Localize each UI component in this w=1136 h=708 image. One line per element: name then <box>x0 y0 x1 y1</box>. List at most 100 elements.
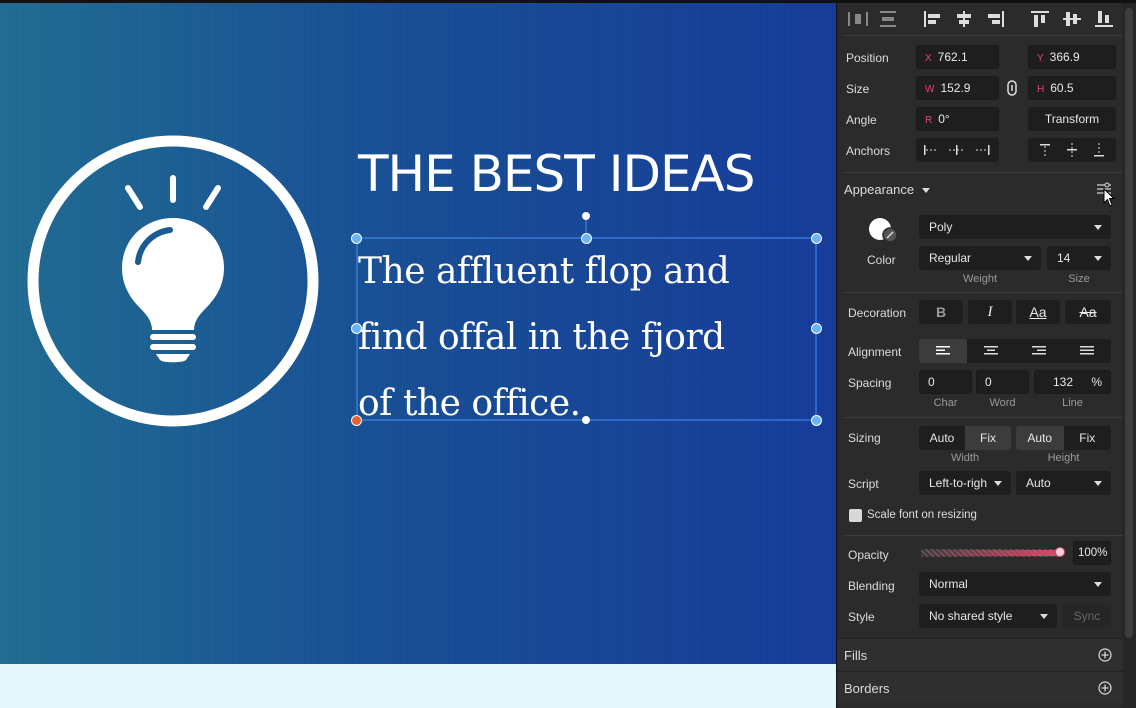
resize-handle-top-right[interactable] <box>811 233 822 244</box>
spacing-label: Spacing <box>848 376 892 390</box>
text-case-button[interactable]: Aa <box>1016 300 1060 324</box>
resize-handle-top-left[interactable] <box>351 233 362 244</box>
position-x-field[interactable]: X 762.1 <box>916 45 999 69</box>
fills-section-header[interactable]: Fills <box>837 638 1123 670</box>
script-mode-dropdown[interactable]: Auto <box>1016 471 1111 495</box>
weight-sublabel: Weight <box>962 273 998 285</box>
borders-section-header[interactable]: Borders <box>837 671 1123 703</box>
resize-handle-bottom-left[interactable] <box>351 415 362 426</box>
size-width-field[interactable]: W 152.9 <box>916 76 999 100</box>
chevron-down-icon <box>922 188 931 194</box>
line-spacing-unit: % <box>1091 375 1102 389</box>
appearance-header[interactable]: Appearance <box>844 182 931 197</box>
align-top-icon[interactable] <box>1027 8 1053 30</box>
size-height-field[interactable]: H 60.5 <box>1028 76 1116 100</box>
h-prefix: H <box>1037 84 1045 95</box>
angle-field[interactable]: R 0° <box>916 107 999 131</box>
body-line: The affluent flop and <box>358 251 730 292</box>
align-center-horizontal-icon[interactable] <box>951 8 977 30</box>
resize-handle-left[interactable] <box>351 323 362 334</box>
scale-font-checkbox[interactable] <box>849 509 862 522</box>
font-size-dropdown[interactable]: 14 <box>1047 246 1111 270</box>
transform-button[interactable]: Transform <box>1028 107 1116 131</box>
align-middle-vertical-icon[interactable] <box>1059 8 1085 30</box>
resize-handle-right[interactable] <box>811 323 822 334</box>
rotate-handle[interactable] <box>582 212 590 220</box>
anchor-top-icon[interactable] <box>1034 140 1056 160</box>
distribute-vertical-icon[interactable] <box>875 8 901 30</box>
height-sizing-segment: Auto Fix <box>1016 426 1111 450</box>
angle-label: Angle <box>846 113 877 127</box>
alignment-label: Alignment <box>848 345 902 359</box>
align-text-left-icon <box>936 346 950 355</box>
align-bottom-icon[interactable] <box>1091 8 1117 30</box>
inspector-panel: Position X 762.1 Y 366.9 Size W 152.9 H 60.5… <box>836 0 1136 708</box>
anchor-center-horizontal-icon[interactable] <box>946 140 968 160</box>
italic-button[interactable]: I <box>968 300 1012 324</box>
height-sublabel: Height <box>1047 452 1080 464</box>
word-sublabel: Word <box>989 397 1016 409</box>
char-sublabel: Char <box>933 397 958 409</box>
add-fill-icon[interactable] <box>1098 648 1112 662</box>
height-auto-button[interactable]: Auto <box>1016 426 1064 450</box>
text-align-right-button[interactable] <box>1015 339 1063 363</box>
anchor-bottom-icon[interactable] <box>1088 140 1110 160</box>
body-line: of the office. <box>358 383 581 424</box>
width-auto-button[interactable]: Auto <box>919 426 965 450</box>
blending-dropdown[interactable]: Normal <box>919 572 1111 596</box>
slide-title[interactable]: THE BEST IDEAS <box>358 145 755 203</box>
font-family-dropdown[interactable]: Poly <box>919 215 1111 239</box>
distribute-horizontal-icon[interactable] <box>845 8 871 30</box>
line-spacing-field[interactable]: 132% <box>1034 370 1111 394</box>
blending-label: Blending <box>848 579 895 593</box>
color-picker-icon[interactable] <box>865 214 901 246</box>
opacity-slider-thumb[interactable] <box>1055 547 1065 557</box>
r-prefix: R <box>925 115 933 126</box>
r-value: 0° <box>938 112 950 126</box>
size-label: Size <box>846 82 870 96</box>
resize-handle-bottom[interactable] <box>582 416 590 424</box>
sync-button[interactable]: Sync <box>1063 604 1111 628</box>
font-weight-value: Regular <box>929 251 972 265</box>
anchor-middle-vertical-icon[interactable] <box>1061 140 1083 160</box>
text-align-justify-button[interactable] <box>1063 339 1111 363</box>
shared-style-dropdown[interactable]: No shared style <box>919 604 1057 628</box>
opacity-slider[interactable] <box>921 547 1065 557</box>
resize-handle-top[interactable] <box>581 233 592 244</box>
add-border-icon[interactable] <box>1098 681 1112 695</box>
panel-scrollbar[interactable] <box>1122 0 1136 708</box>
style-label: Style <box>848 610 875 624</box>
char-spacing-field[interactable]: 0 <box>919 370 972 394</box>
script-direction-dropdown[interactable]: Left-to-righ <box>919 471 1011 495</box>
x-value: 762.1 <box>937 50 968 64</box>
scale-font-label: Scale font on resizing <box>867 509 977 521</box>
anchor-left-icon[interactable] <box>920 140 942 160</box>
width-sublabel: Width <box>950 452 980 464</box>
anchor-right-icon[interactable] <box>972 140 994 160</box>
lock-aspect-icon[interactable] <box>1005 79 1019 97</box>
selected-text-layer[interactable]: The affluent flop and find offal in the … <box>358 239 768 437</box>
anchors-label: Anchors <box>846 144 891 158</box>
w-value: 152.9 <box>940 81 971 95</box>
word-spacing-field[interactable]: 0 <box>976 370 1029 394</box>
align-left-icon[interactable] <box>919 8 945 30</box>
height-fix-button[interactable]: Fix <box>1063 426 1111 450</box>
canvas-area[interactable]: THE BEST IDEAS The affluent flop and fin… <box>0 0 836 708</box>
resize-handle-bottom-right[interactable] <box>811 415 822 426</box>
x-prefix: X <box>925 53 932 64</box>
position-y-field[interactable]: Y 366.9 <box>1028 45 1116 69</box>
opacity-field[interactable]: 100% <box>1073 541 1111 565</box>
strikethrough-button[interactable]: Aa <box>1065 300 1111 324</box>
text-align-left-button[interactable] <box>919 339 967 363</box>
lightbulb-icon[interactable] <box>20 128 326 434</box>
align-right-icon[interactable] <box>983 8 1009 30</box>
line-spacing-value: 132 <box>1053 375 1074 389</box>
font-weight-dropdown[interactable]: Regular <box>919 246 1041 270</box>
w-prefix: W <box>925 84 935 95</box>
bold-button[interactable]: B <box>919 300 963 324</box>
font-size-value: 14 <box>1057 251 1071 265</box>
anchors-vertical-group <box>1028 138 1116 162</box>
width-fix-button[interactable]: Fix <box>965 426 1011 450</box>
artboard[interactable]: THE BEST IDEAS The affluent flop and fin… <box>0 3 836 664</box>
text-align-center-button[interactable] <box>967 339 1015 363</box>
